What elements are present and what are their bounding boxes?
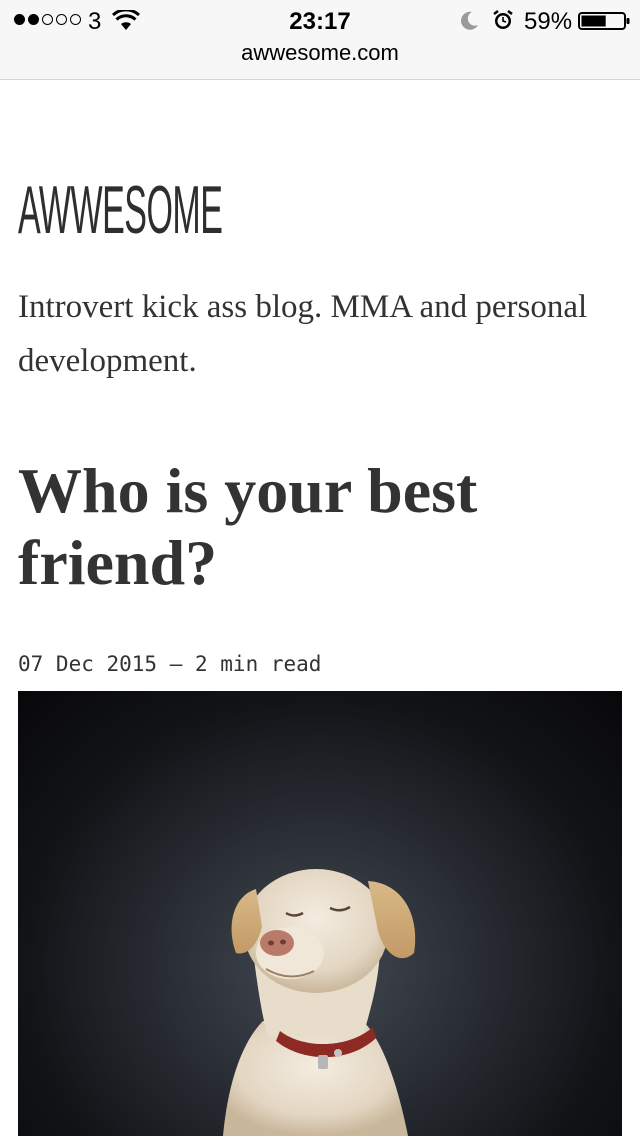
dog-photo-illustration [223,869,416,1136]
post-hero-image [18,691,622,1136]
site-tagline: Introvert kick ass blog. MMA and persona… [18,289,588,379]
alarm-icon [493,10,513,29]
post-title[interactable]: Who is your best friend? [18,455,618,599]
moon-icon [461,11,478,30]
status-bar: 3 23:17 59% [0,0,640,40]
battery-icon [578,12,630,30]
address-bar[interactable]: awwesome.com [0,40,640,66]
post-meta: 07 Dec 2015 – 2 min read [18,652,322,676]
battery-percentage: 59% [524,8,573,35]
battery-level-fill [581,15,606,27]
site-logo[interactable]: AWWESOME [18,172,223,248]
browser-chrome: 3 23:17 59% awwesome.com [0,0,640,80]
